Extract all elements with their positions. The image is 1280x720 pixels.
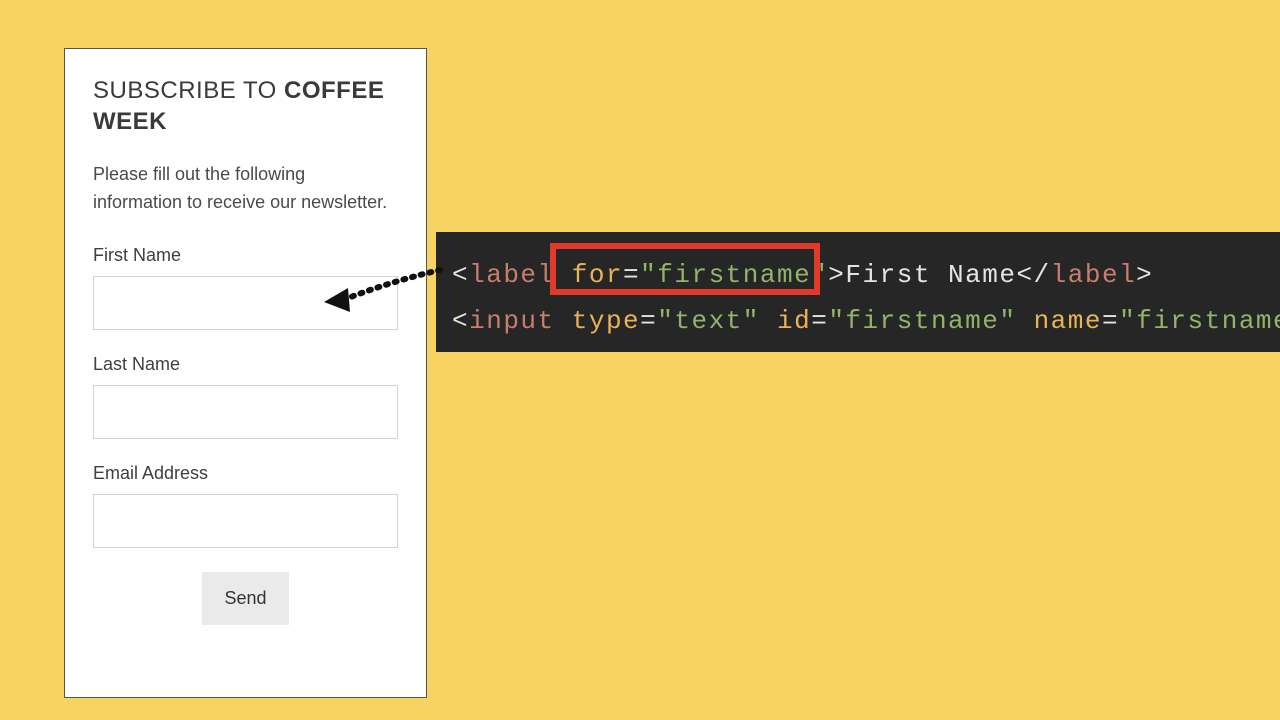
last-name-label: Last Name <box>93 354 398 375</box>
code-token <box>555 260 572 290</box>
email-label: Email Address <box>93 463 398 484</box>
code-token: for <box>572 260 623 290</box>
code-token: label <box>469 260 555 290</box>
code-snippet-panel: <label for="firstname">First Name</label… <box>436 232 1280 352</box>
code-token: < <box>452 260 469 290</box>
code-token: = <box>1102 306 1119 336</box>
last-name-input[interactable] <box>93 385 398 439</box>
subscribe-form-card: SUBSCRIBE TO COFFEE WEEK Please fill out… <box>64 48 427 698</box>
email-field: Email Address <box>93 463 398 548</box>
send-row: Send <box>93 572 398 625</box>
form-title-prefix: SUBSCRIBE TO <box>93 77 284 104</box>
code-token: "firstname" <box>1119 306 1280 336</box>
first-name-field: First Name <box>93 245 398 330</box>
code-token: "text" <box>657 306 760 336</box>
code-token: > <box>828 260 845 290</box>
code-token: input <box>469 306 555 336</box>
code-token: </ <box>1016 260 1050 290</box>
send-button[interactable]: Send <box>202 572 288 625</box>
email-input[interactable] <box>93 494 398 548</box>
code-token: "firstname" <box>640 260 828 290</box>
last-name-field: Last Name <box>93 354 398 439</box>
code-line-2: <input type="text" id="firstname" name="… <box>452 298 1264 344</box>
first-name-input[interactable] <box>93 276 398 330</box>
form-description: Please fill out the following informatio… <box>93 161 398 217</box>
code-token: < <box>452 306 469 336</box>
first-name-label: First Name <box>93 245 398 266</box>
code-token <box>555 306 572 336</box>
code-token: id <box>777 306 811 336</box>
code-token: > <box>1136 260 1153 290</box>
code-token: = <box>811 306 828 336</box>
code-token: = <box>623 260 640 290</box>
code-token <box>1016 306 1033 336</box>
form-title: SUBSCRIBE TO COFFEE WEEK <box>93 75 398 137</box>
code-token: label <box>1051 260 1137 290</box>
code-token: = <box>640 306 657 336</box>
code-token: "firstname" <box>828 306 1016 336</box>
code-token: name <box>1034 306 1102 336</box>
code-token: type <box>572 306 640 336</box>
code-line-1: <label for="firstname">First Name</label… <box>452 252 1264 298</box>
code-token <box>760 306 777 336</box>
code-token: First Name <box>845 260 1016 290</box>
